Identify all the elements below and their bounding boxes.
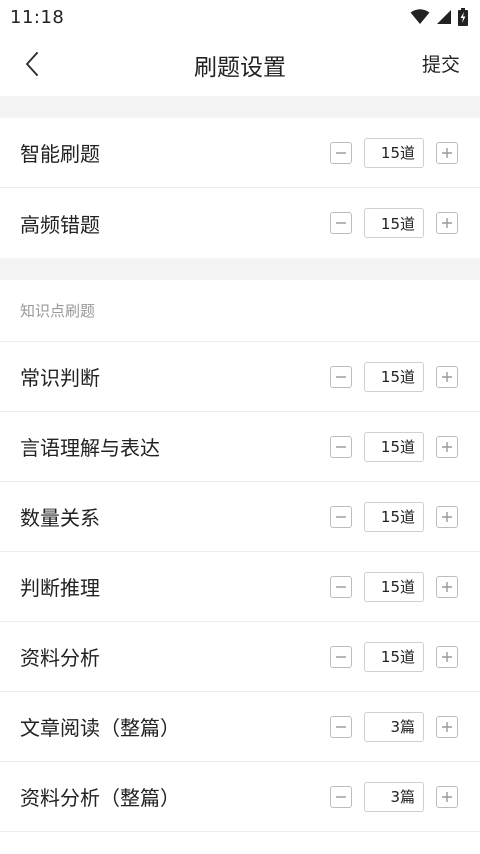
- quantity-value[interactable]: 15道: [364, 208, 424, 238]
- minus-icon: [336, 222, 346, 224]
- decrement-button[interactable]: [330, 141, 352, 164]
- increment-button[interactable]: [436, 575, 458, 598]
- decrement-button[interactable]: [330, 715, 352, 738]
- setting-row-article-reading: 文章阅读（整篇） 3篇: [0, 692, 480, 762]
- quantity-stepper: 15道: [330, 641, 458, 672]
- row-label: 资料分析: [20, 646, 100, 670]
- quantity-stepper: 15道: [330, 208, 458, 238]
- decrement-button[interactable]: [330, 575, 352, 598]
- decrement-button[interactable]: [330, 365, 352, 388]
- section-header: 知识点刷题: [0, 280, 480, 342]
- quantity-value[interactable]: 15道: [364, 361, 424, 392]
- plus-icon: [442, 581, 452, 592]
- decrement-button[interactable]: [330, 435, 352, 458]
- quantity-stepper: 3篇: [330, 711, 458, 742]
- minus-icon: [336, 795, 346, 798]
- minus-icon: [336, 375, 346, 378]
- quantity-stepper: 15道: [330, 431, 458, 462]
- plus-icon: [442, 371, 452, 382]
- plus-icon: [442, 651, 452, 662]
- signal-icon: [437, 10, 451, 24]
- plus-icon: [442, 147, 452, 158]
- row-label: 常识判断: [20, 366, 100, 390]
- minus-icon: [336, 655, 346, 658]
- quantity-value[interactable]: 15道: [364, 137, 424, 168]
- minus-icon: [336, 445, 346, 448]
- row-label: 言语理解与表达: [20, 436, 160, 460]
- battery-icon: [458, 8, 468, 26]
- submit-button[interactable]: 提交: [422, 50, 460, 77]
- plus-icon: [442, 721, 452, 732]
- minus-icon: [336, 585, 346, 588]
- quantity-value[interactable]: 15道: [364, 431, 424, 462]
- setting-row-general-knowledge: 常识判断 15道: [0, 342, 480, 412]
- setting-row-data-analysis: 资料分析 15道: [0, 622, 480, 692]
- decrement-button[interactable]: [330, 505, 352, 528]
- nav-bar: 刷题设置 提交: [0, 34, 480, 96]
- page-title: 刷题设置: [194, 55, 286, 81]
- row-label: 数量关系: [20, 506, 100, 530]
- plus-icon: [442, 441, 452, 452]
- decrement-button[interactable]: [330, 785, 352, 808]
- increment-button[interactable]: [436, 435, 458, 458]
- setting-row-logical-reasoning: 判断推理 15道: [0, 552, 480, 622]
- minus-icon: [336, 515, 346, 518]
- increment-button[interactable]: [436, 141, 458, 164]
- quantity-stepper: 15道: [330, 571, 458, 602]
- increment-button[interactable]: [436, 645, 458, 668]
- decrement-button[interactable]: [330, 212, 352, 234]
- increment-button[interactable]: [436, 505, 458, 528]
- setting-row-verbal-comprehension: 言语理解与表达 15道: [0, 412, 480, 482]
- row-label: 高频错题: [20, 212, 100, 237]
- setting-row-quantitative-relations: 数量关系 15道: [0, 482, 480, 552]
- plus-icon: [442, 218, 452, 228]
- row-label: 判断推理: [20, 576, 100, 600]
- increment-button[interactable]: [436, 785, 458, 808]
- wifi-icon: [410, 9, 430, 24]
- quantity-value[interactable]: 15道: [364, 571, 424, 602]
- increment-button[interactable]: [436, 212, 458, 234]
- section-divider: [0, 258, 480, 280]
- row-label: 文章阅读（整篇）: [20, 716, 180, 740]
- setting-row-frequent-mistakes: 高频错题 15道: [0, 188, 480, 258]
- minus-icon: [336, 725, 346, 728]
- decrement-button[interactable]: [330, 645, 352, 668]
- quantity-stepper: 3篇: [330, 781, 458, 812]
- setting-row-data-analysis-full: 资料分析（整篇） 3篇: [0, 762, 480, 832]
- row-label: 智能刷题: [20, 142, 100, 166]
- setting-row-smart-practice: 智能刷题 15道: [0, 118, 480, 188]
- quantity-stepper: 15道: [330, 137, 458, 168]
- quantity-value[interactable]: 15道: [364, 501, 424, 532]
- plus-icon: [442, 791, 452, 802]
- status-icons: [410, 8, 468, 26]
- quantity-value[interactable]: 3篇: [364, 711, 424, 742]
- back-button[interactable]: [14, 46, 50, 82]
- status-time: 11:18: [10, 6, 65, 28]
- quantity-stepper: 15道: [330, 501, 458, 532]
- plus-icon: [442, 511, 452, 522]
- minus-icon: [336, 151, 346, 154]
- increment-button[interactable]: [436, 365, 458, 388]
- chevron-left-icon: [26, 52, 38, 76]
- status-bar: 11:18: [0, 0, 480, 34]
- increment-button[interactable]: [436, 715, 458, 738]
- quantity-value[interactable]: 15道: [364, 641, 424, 672]
- section-divider: [0, 96, 480, 118]
- row-label: 资料分析（整篇）: [20, 786, 180, 810]
- section-title: 知识点刷题: [20, 302, 96, 320]
- quantity-stepper: 15道: [330, 361, 458, 392]
- quantity-value[interactable]: 3篇: [364, 781, 424, 812]
